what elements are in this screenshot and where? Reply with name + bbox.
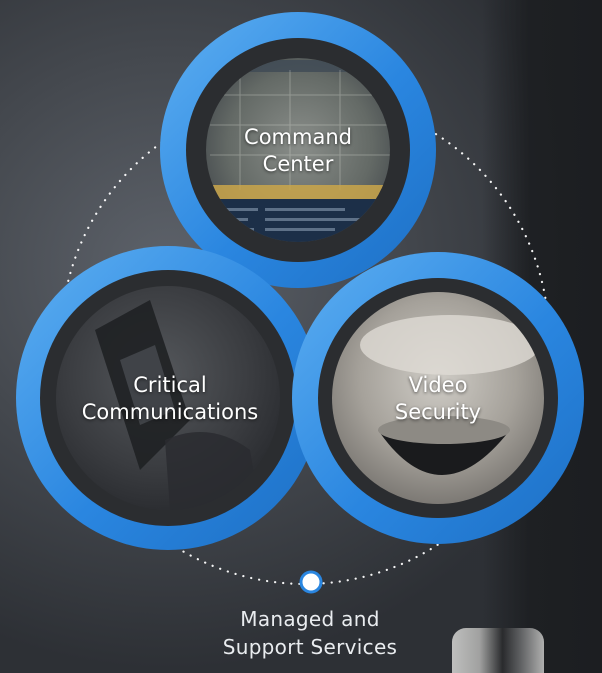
venn-diagram: [16, 12, 584, 594]
label-video-security: Video Security: [368, 372, 508, 426]
label-command-center-line-2: Center: [262, 152, 334, 176]
footer-node-dot: [299, 570, 323, 594]
label-command-center-line-1: Command: [244, 125, 352, 149]
label-critical-communications-line-1: Critical: [133, 373, 207, 397]
diagram-stage: Command Center Critical Communications V…: [0, 0, 602, 673]
label-critical-communications-line-2: Communications: [81, 400, 259, 424]
label-video-security-line-2: Security: [394, 400, 482, 424]
footer-label: Managed and Support Services: [160, 605, 460, 661]
label-command-center: Command Center: [218, 124, 378, 178]
label-video-security-line-1: Video: [408, 373, 468, 397]
footer-line-2: Support Services: [222, 635, 398, 659]
footer-line-1: Managed and: [240, 607, 380, 631]
label-critical-communications: Critical Communications: [70, 372, 270, 426]
